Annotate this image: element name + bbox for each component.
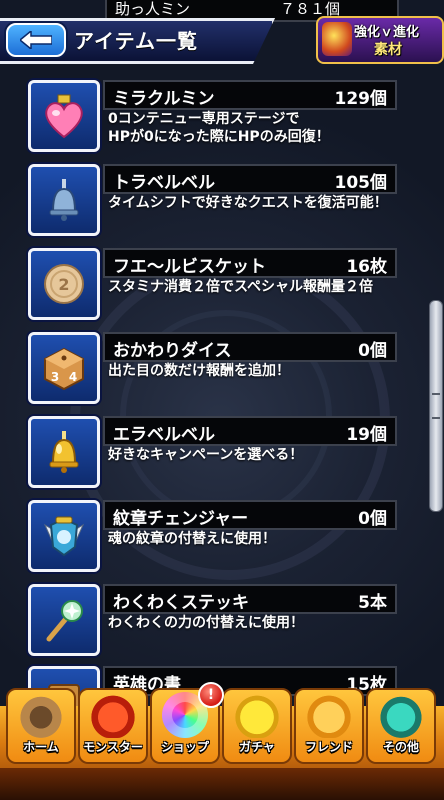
item-name: 紋章チェンジャー	[113, 509, 249, 529]
evolution-material-icon	[322, 22, 352, 56]
item-count: 129個	[334, 89, 388, 109]
item-icon-frame: 3 4	[28, 332, 100, 404]
evolution-material-label-2: 素材	[374, 42, 402, 58]
item-name-bar: おかわりダイス 0個	[103, 332, 397, 362]
header: 助っ人ミン ７８１個 アイテム一覧 強化ｖ進化 素材	[0, 0, 444, 64]
item-name-bar: フエ〜ルビスケット 16枚	[103, 248, 397, 278]
item-name: フエ〜ルビスケット	[113, 257, 266, 277]
item-name-bar: トラベルベル 105個	[103, 164, 397, 194]
evolution-material-button[interactable]: 強化ｖ進化 素材	[316, 16, 444, 64]
back-button[interactable]	[6, 23, 66, 57]
nav-home-button[interactable]: ホーム	[6, 688, 76, 764]
nav-friend-button[interactable]: フレンド	[294, 688, 364, 764]
bottom-nav-shade	[0, 768, 444, 800]
item-description: タイムシフトで好きなクエストを復活可能！	[108, 195, 388, 211]
item-count: 5本	[358, 593, 387, 613]
item-name: わくわくステッキ	[113, 593, 249, 613]
blue-bell-icon	[38, 174, 90, 226]
item-count: 0個	[358, 509, 387, 529]
item-count: 105個	[334, 173, 388, 193]
item-name: ミラクルミン	[113, 89, 215, 109]
scrollbar[interactable]	[429, 300, 443, 512]
item-icon-frame	[28, 164, 100, 236]
item-description-line: 0コンテニュー専用ステージで	[108, 111, 300, 127]
nav-monster-label: モンスター	[83, 740, 143, 754]
nav-gacha-label: ガチャ	[239, 740, 275, 754]
list-item[interactable]: わくわくステッキ 5本 わくわくの力の付替えに使用！	[0, 584, 444, 664]
list-item[interactable]: 紋章チェンジャー 0個 魂の紋章の付替えに使用！	[0, 500, 444, 580]
item-icon-frame: 2	[28, 248, 100, 320]
item-icon-frame	[28, 584, 100, 656]
heart-potion-icon	[38, 90, 90, 142]
item-description: 好きなキャンペーンを選べる！	[108, 447, 304, 463]
item-description-line: HPが0になった際にHPのみ回復！	[108, 129, 330, 145]
nav-other-label: その他	[382, 740, 419, 754]
other-icon	[374, 692, 428, 738]
item-name-bar: エラベルベル 19個	[103, 416, 397, 446]
magic-wand-icon	[38, 594, 90, 646]
item-description: スタミナ消費２倍でスペシャル報酬量２倍	[108, 279, 374, 295]
monster-icon	[86, 692, 140, 738]
nav-other-button[interactable]: その他	[366, 688, 436, 764]
gacha-egg-icon	[230, 692, 284, 738]
back-arrow-icon	[20, 31, 52, 49]
nav-gacha-button[interactable]: ガチャ	[222, 688, 292, 764]
list-item[interactable]: 3 4 おかわりダイス 0個 出た目の数だけ報酬を追加！	[0, 332, 444, 412]
scrollbar-grip[interactable]	[432, 393, 440, 419]
nav-friend-label: フレンド	[304, 740, 353, 754]
item-name: トラベルベル	[113, 173, 215, 193]
nav-shop-label: ショップ	[160, 740, 209, 754]
item-description: 出た目の数だけ報酬を追加！	[108, 363, 290, 379]
emblem-changer-icon	[38, 510, 90, 562]
list-item[interactable]: トラベルベル 105個 タイムシフトで好きなクエストを復活可能！	[0, 164, 444, 244]
gold-bell-icon	[38, 426, 90, 478]
item-name: エラベルベル	[113, 425, 215, 445]
item-name-bar: ミラクルミン 129個	[103, 80, 397, 110]
item-count: 16枚	[346, 257, 387, 277]
item-description: 魂の紋章の付替えに使用！	[108, 531, 276, 547]
home-icon	[14, 692, 68, 738]
svg-text:4: 4	[69, 370, 77, 384]
item-description: 0コンテニュー専用ステージで HPが0になった際にHPのみ回復！	[108, 110, 408, 146]
list-item[interactable]: 2 フエ〜ルビスケット 16枚 スタミナ消費２倍でスペシャル報酬量２倍	[0, 248, 444, 328]
scrolled-item-peek-text: 助っ人ミン ７８１個	[115, 0, 341, 18]
item-icon-frame	[28, 416, 100, 488]
list-item[interactable]: エラベルベル 19個 好きなキャンペーンを選べる！	[0, 416, 444, 496]
item-name-bar: わくわくステッキ 5本	[103, 584, 397, 614]
item-icon-frame	[28, 80, 100, 152]
item-count: 19個	[346, 425, 387, 445]
svg-text:3: 3	[51, 370, 59, 384]
item-name: おかわりダイス	[113, 341, 232, 361]
svg-text:2: 2	[58, 275, 69, 294]
list-item[interactable]: ミラクルミン 129個 0コンテニュー専用ステージで HPが0になった際にHPの…	[0, 80, 444, 160]
item-description: わくわくの力の付替えに使用！	[108, 615, 304, 631]
nav-home-label: ホーム	[23, 740, 59, 754]
nav-monster-button[interactable]: モンスター	[78, 688, 148, 764]
dice-icon: 3 4	[38, 342, 90, 394]
shop-alert-badge: !	[198, 682, 224, 708]
evolution-material-label-1: 強化ｖ進化	[354, 25, 420, 40]
page-title: アイテム一覧	[74, 29, 198, 53]
item-name-bar: 紋章チェンジャー 0個	[103, 500, 397, 530]
friends-icon	[302, 692, 356, 738]
biscuit-icon: 2	[38, 258, 90, 310]
item-icon-frame	[28, 500, 100, 572]
item-count: 0個	[358, 341, 387, 361]
